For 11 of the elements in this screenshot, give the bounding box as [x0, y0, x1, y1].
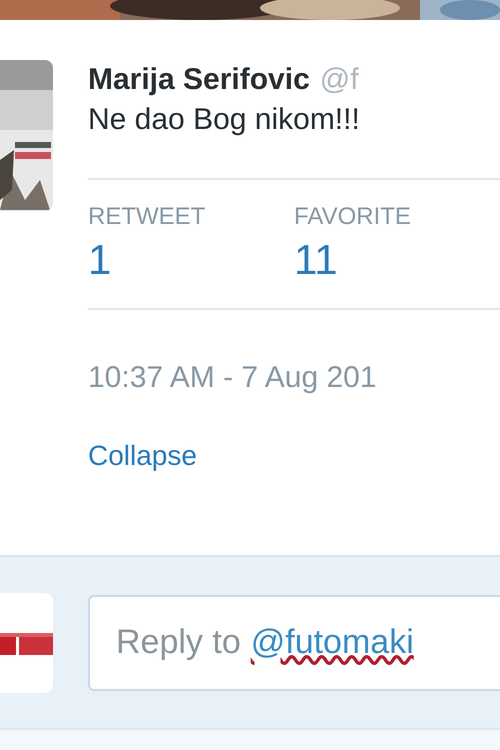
- reply-field[interactable]: Reply to @futomaki: [88, 594, 500, 690]
- reply-prefix: Reply to: [116, 622, 241, 663]
- stat-label: RETWEET: [88, 202, 206, 232]
- tweet-text: Ne dao Bog nikom!!!: [88, 102, 361, 138]
- stat-count[interactable]: 1: [88, 234, 294, 286]
- author-name[interactable]: Marija Serifovic: [88, 60, 310, 100]
- stat-label: FAVORITE: [294, 202, 412, 232]
- stat-count[interactable]: 11: [294, 234, 500, 286]
- timestamp[interactable]: 10:37 AM - 7 Aug 201: [88, 358, 500, 398]
- collapse-link[interactable]: Collapse: [88, 438, 197, 474]
- reply-mention: @futomaki: [250, 622, 414, 663]
